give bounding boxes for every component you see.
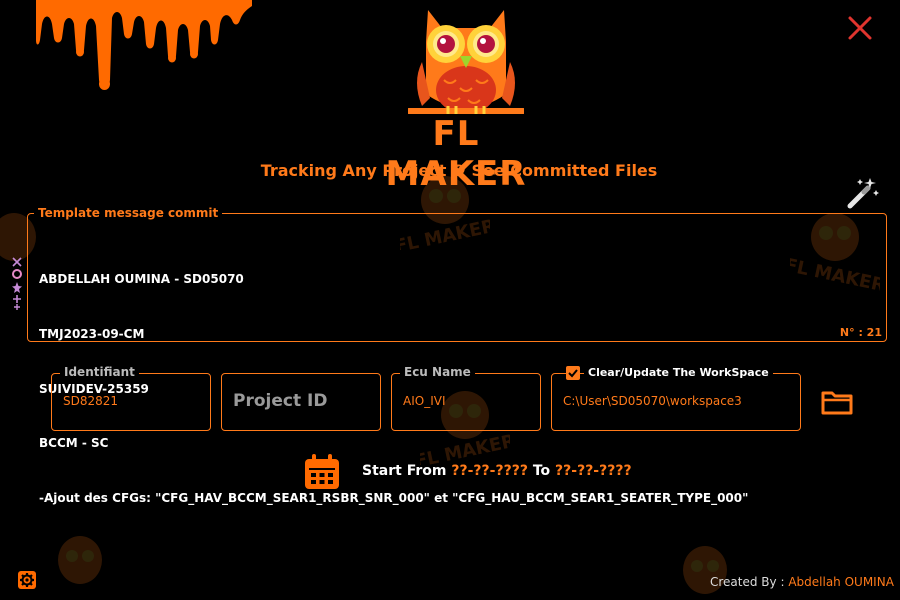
date-range-prefix: Start From [362, 463, 447, 479]
identifiant-field[interactable]: Identifiant SD82821 [51, 365, 211, 431]
decorative-symbols-icon [12, 257, 22, 310]
owl-watermark-icon [58, 536, 102, 584]
template-message-label: Template message commit [34, 206, 223, 220]
folder-icon[interactable] [820, 388, 854, 416]
close-icon[interactable] [844, 12, 876, 44]
magic-wand-icon[interactable] [846, 176, 880, 210]
identifiant-label: Identifiant [60, 365, 139, 379]
template-line: -Ajout des CFGs: "CFG_HAV_BCCM_SEAR1_RSB… [39, 490, 749, 505]
clear-workspace-checkbox[interactable] [566, 366, 580, 380]
paint-drip-decoration [36, 0, 252, 90]
date-range[interactable]: Start From ??-??-???? To ??-??-???? [362, 463, 632, 479]
workspace-path-field[interactable]: C:\User\SD05070\workspace3 [551, 373, 801, 431]
owl-logo-icon [408, 10, 524, 114]
ecu-name-field[interactable]: Ecu Name AIO_IVI [391, 365, 541, 431]
date-range-to: To [532, 463, 551, 479]
template-line: BCCM - SC [39, 436, 109, 451]
author-name: Abdellah OUMINA [788, 575, 894, 589]
clear-workspace-label: Clear/Update The WorkSpace [584, 366, 773, 379]
template-line: TMJ2023-09-CM [39, 327, 145, 342]
template-line: ABDELLAH OUMINA - SD05070 [39, 272, 244, 287]
ecu-name-label: Ecu Name [400, 365, 475, 379]
end-date[interactable]: ??-??-???? [555, 463, 632, 479]
created-by-label: Created By : [710, 575, 785, 589]
gear-icon[interactable] [17, 570, 37, 590]
app-tagline: Tracking Any Project & See Committed Fil… [260, 161, 658, 180]
ecu-name-value: AIO_IVI [403, 394, 446, 408]
commit-counter: N° : 21 [839, 326, 882, 339]
credit-line: Created By : Abdellah OUMINA [710, 575, 894, 589]
start-date[interactable]: ??-??-???? [451, 463, 528, 479]
project-id-field[interactable]: Project ID [221, 373, 381, 431]
workspace-path-value: C:\User\SD05070\workspace3 [563, 394, 742, 408]
owl-watermark-icon [683, 546, 727, 594]
checkmark-icon [568, 369, 578, 378]
identifiant-value: SD82821 [63, 394, 119, 408]
project-id-placeholder: Project ID [233, 391, 328, 411]
calendar-icon[interactable] [303, 453, 341, 491]
app-brand-title: FL MAKER [385, 114, 527, 194]
